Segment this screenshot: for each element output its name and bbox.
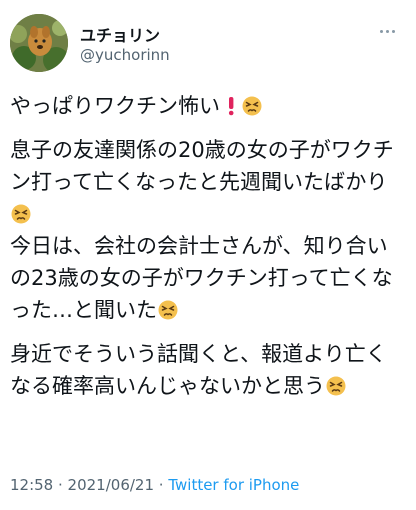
tweet-line: 息子の友達関係の20歳の女の子がワクチン打って亡くなったと先週聞いたばかり [10,138,394,194]
tweet-paragraph-3: 身近でそういう話聞くと、報道より亡くなる確率高いんじゃないかと思う [10,338,406,402]
tweet-text: やっぱりワクチン怖い 息子の友達関係の20歳の女の子がワクチン打って亡くなったと… [10,90,406,414]
tweet-line: やっぱりワクチン怖い [10,94,220,118]
red-exclamation-icon [228,97,234,116]
tweet-paragraph-2: 息子の友達関係の20歳の女の子がワクチン打って亡くなったと先週聞いたばかり今日は… [10,134,406,326]
user-handle[interactable]: @yuchorinn [80,46,170,64]
tweet-header: ユチョリン @yuchorinn [0,0,416,86]
persevering-face-icon [242,96,262,116]
avatar[interactable] [10,14,68,72]
tweet-time[interactable]: 12:58 [10,476,53,494]
separator: · [53,476,68,494]
persevering-face-icon [326,376,346,396]
separator: · [154,476,169,494]
tweet-metadata: 12:58 · 2021/06/21 · Twitter for iPhone [10,476,299,494]
display-name[interactable]: ユチョリン [80,22,160,46]
tweet-paragraph-1: やっぱりワクチン怖い [10,90,406,122]
tweet-source-link[interactable]: Twitter for iPhone [168,476,299,494]
tweet-date[interactable]: 2021/06/21 [68,476,154,494]
persevering-face-icon [11,204,31,224]
more-options-icon[interactable] [372,20,402,42]
persevering-face-icon [158,300,178,320]
tweet-line: 今日は、会社の会計士さんが、知り合いの23歳の女の子がワクチン打って亡くなった…… [10,234,393,322]
